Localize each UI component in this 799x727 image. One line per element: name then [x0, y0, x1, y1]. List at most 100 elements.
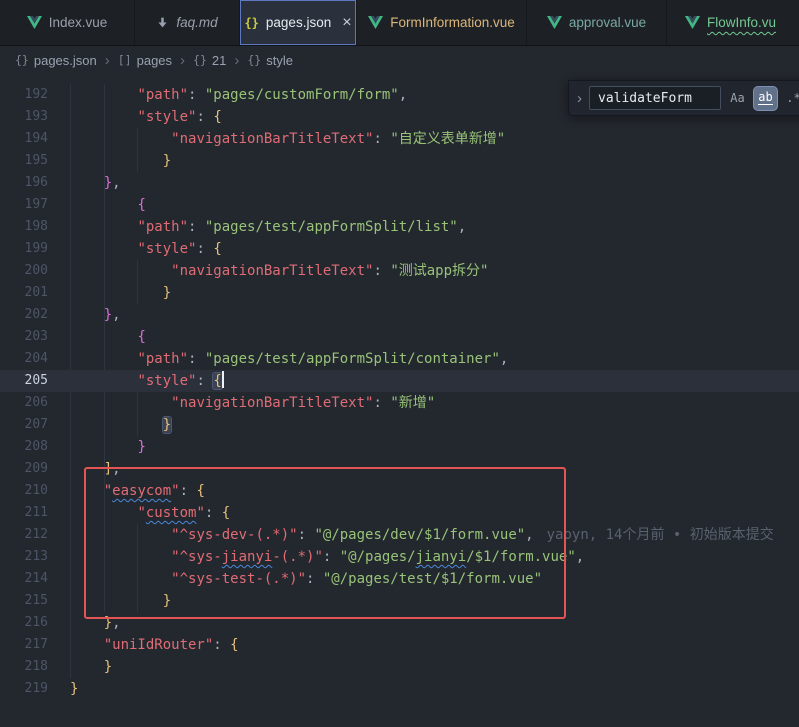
- code-line[interactable]: 215 }: [0, 590, 799, 612]
- code-line[interactable]: 198 "path": "pages/test/appFormSplit/lis…: [0, 216, 799, 238]
- code-token: "^sys-dev-(.*)": [171, 527, 297, 543]
- code-token: {: [196, 483, 204, 499]
- code-line[interactable]: 214 "^sys-test-(.*)": "@/pages/test/$1/f…: [0, 568, 799, 590]
- code-line[interactable]: 217 "uniIdRouter": {: [0, 634, 799, 656]
- code-token: :: [180, 483, 197, 499]
- code-token: :: [196, 109, 213, 125]
- code-line[interactable]: 204 "path": "pages/test/appFormSplit/con…: [0, 348, 799, 370]
- line-number: 217: [0, 634, 70, 656]
- code-line[interactable]: 199 "style": {: [0, 238, 799, 260]
- code-line[interactable]: 203 {: [0, 326, 799, 348]
- close-icon[interactable]: ×: [342, 15, 351, 31]
- code-line[interactable]: 200 "navigationBarTitleText": "测试app拆分": [0, 260, 799, 282]
- breadcrumb-separator: ›: [180, 52, 185, 69]
- markdown-icon: [156, 16, 169, 29]
- breadcrumb-item-style[interactable]: {}style: [247, 53, 293, 68]
- code-text: "path": "pages/test/appFormSplit/list",: [70, 216, 466, 238]
- code-text: }: [70, 436, 146, 458]
- whole-word-button[interactable]: ab: [754, 87, 777, 110]
- code-text: "uniIdRouter": {: [70, 634, 239, 656]
- expand-replace-chevron[interactable]: ›: [575, 90, 584, 107]
- code-token: }: [104, 615, 112, 631]
- code-token: "navigationBarTitleText": [171, 131, 373, 147]
- code-token: }: [104, 175, 112, 191]
- code-token: :: [373, 131, 390, 147]
- tab-label: FormInformation.vue: [390, 15, 515, 30]
- match-case-button[interactable]: Aa: [726, 87, 749, 110]
- code-line[interactable]: 216 },: [0, 612, 799, 634]
- code-token: easycom: [112, 483, 171, 499]
- code-area[interactable]: 192 "path": "pages/customForm/form",193 …: [0, 74, 799, 727]
- breadcrumb-label: style: [266, 53, 293, 68]
- code-token: "navigationBarTitleText": [171, 263, 373, 279]
- breadcrumb-item-pages.json[interactable]: {}pages.json: [15, 53, 97, 68]
- find-input[interactable]: [589, 86, 721, 110]
- tab-label: FlowInfo.vu: [707, 15, 776, 30]
- tab-approval-vue[interactable]: approval.vue: [527, 0, 667, 45]
- code-line[interactable]: 212 "^sys-dev-(.*)": "@/pages/dev/$1/for…: [0, 524, 799, 546]
- symbol-icon: {}: [193, 53, 207, 67]
- line-number: 201: [0, 282, 70, 304]
- code-line[interactable]: 209 ],: [0, 458, 799, 480]
- tab-forminformation-vue[interactable]: FormInformation.vue: [357, 0, 527, 45]
- json-icon: {}: [244, 16, 258, 30]
- regex-button[interactable]: .*: [782, 87, 799, 110]
- breadcrumb: {}pages.json›[]pages›{}21›{}style: [0, 46, 799, 74]
- line-number: 218: [0, 656, 70, 678]
- code-token: ,: [399, 87, 407, 103]
- line-number: 198: [0, 216, 70, 238]
- code-line[interactable]: 196 },: [0, 172, 799, 194]
- code-token: ": [196, 505, 204, 521]
- tab-flowinfo-vue[interactable]: FlowInfo.vu: [667, 0, 799, 45]
- code-line[interactable]: 211 "custom": {: [0, 502, 799, 524]
- code-token: "pages/test/appFormSplit/container": [205, 351, 500, 367]
- code-line[interactable]: 208 }: [0, 436, 799, 458]
- code-line[interactable]: 219}: [0, 678, 799, 700]
- code-text: "path": "pages/test/appFormSplit/contain…: [70, 348, 508, 370]
- code-text: "^sys-dev-(.*)": "@/pages/dev/$1/form.vu…: [70, 524, 774, 546]
- code-token: :: [373, 263, 390, 279]
- code-line[interactable]: 195 }: [0, 150, 799, 172]
- code-text: },: [70, 612, 121, 634]
- code-token: }: [137, 439, 145, 455]
- code-text: }: [70, 590, 171, 612]
- code-line[interactable]: 197 {: [0, 194, 799, 216]
- code-token: }: [70, 681, 78, 697]
- code-token: "path": [137, 87, 188, 103]
- tab-label: Index.vue: [49, 15, 108, 30]
- line-number: 219: [0, 678, 70, 700]
- code-line[interactable]: 206 "navigationBarTitleText": "新增": [0, 392, 799, 414]
- code-token: :: [188, 351, 205, 367]
- code-line[interactable]: 210 "easycom": {: [0, 480, 799, 502]
- code-text: },: [70, 304, 121, 326]
- code-text: "custom": {: [70, 502, 230, 524]
- breadcrumb-item-pages[interactable]: []pages: [118, 53, 172, 68]
- code-token: }: [163, 153, 171, 169]
- code-line[interactable]: 202 },: [0, 304, 799, 326]
- code-text: },: [70, 172, 121, 194]
- code-token: :: [213, 637, 230, 653]
- line-number: 195: [0, 150, 70, 172]
- code-line[interactable]: 194 "navigationBarTitleText": "自定义表单新增": [0, 128, 799, 150]
- line-number: 210: [0, 480, 70, 502]
- code-token: "path": [137, 351, 188, 367]
- breadcrumb-item-21[interactable]: {}21: [193, 53, 226, 68]
- tab-pages-json[interactable]: {}pages.json×: [240, 0, 357, 45]
- code-token: {: [213, 109, 221, 125]
- code-text: }: [70, 656, 112, 678]
- tab-faq-md[interactable]: faq.md: [135, 0, 240, 45]
- code-token: }: [104, 659, 112, 675]
- code-token: "style": [137, 109, 196, 125]
- code-token: "style": [137, 373, 196, 389]
- code-line[interactable]: 201 }: [0, 282, 799, 304]
- code-line[interactable]: 207 }: [0, 414, 799, 436]
- code-line[interactable]: 213 "^sys-jianyi-(.*)": "@/pages/jianyi/…: [0, 546, 799, 568]
- find-widget: › Aa ab .*: [568, 80, 799, 116]
- line-number: 207: [0, 414, 70, 436]
- code-token: }: [104, 307, 112, 323]
- line-number: 212: [0, 524, 70, 546]
- tab-index-vue[interactable]: Index.vue: [0, 0, 135, 45]
- code-line[interactable]: 218 }: [0, 656, 799, 678]
- code-line[interactable]: 205 "style": {: [0, 370, 799, 392]
- code-token: {: [137, 329, 145, 345]
